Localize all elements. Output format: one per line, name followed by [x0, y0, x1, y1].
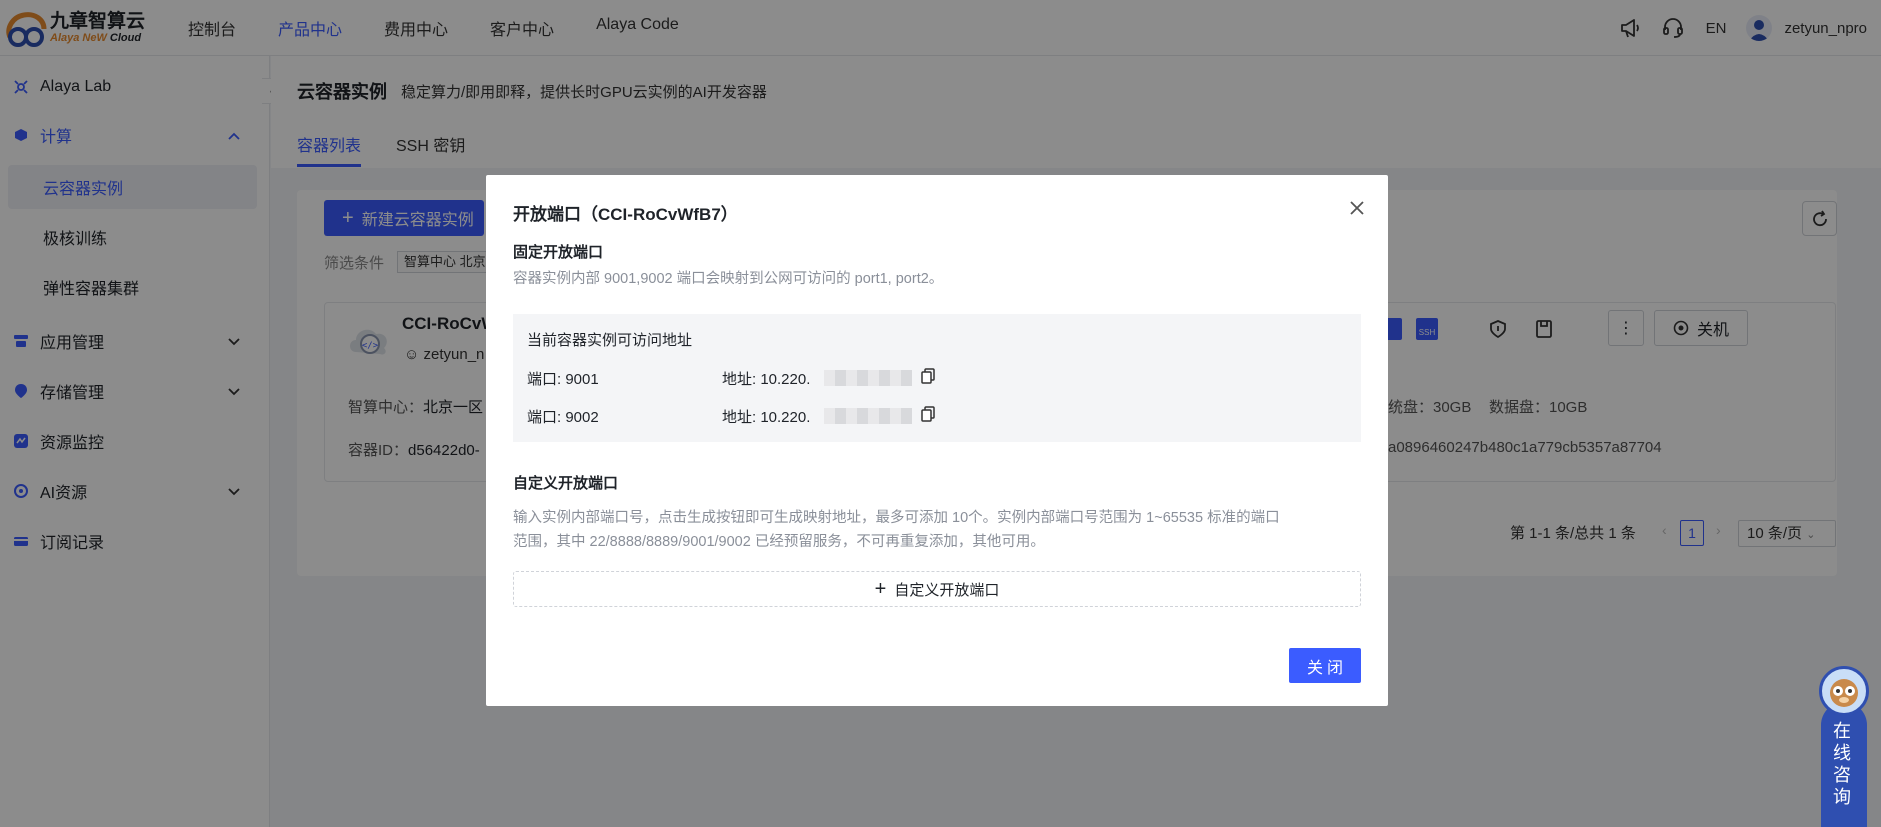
close-icon[interactable]: [1346, 197, 1368, 219]
copy-icon[interactable]: [921, 368, 937, 386]
custom-ports-description-line2: 范围，其中 22/8888/8889/9001/9002 已经预留服务，不可再重…: [513, 534, 1045, 550]
accessible-address-title: 当前容器实例可访问地址: [527, 332, 693, 349]
add-custom-port-button[interactable]: + 自定义开放端口: [513, 571, 1361, 607]
fixed-ports-description: 容器实例内部 9001,9002 端口会映射到公网可访问的 port1, por…: [513, 271, 944, 287]
port-row: 端口: 9001 地址: 10.220.: [527, 368, 1347, 390]
close-button[interactable]: 关闭: [1289, 648, 1361, 683]
add-custom-port-label: 自定义开放端口: [894, 581, 1000, 599]
online-consult-widget[interactable]: 在线咨询: [1818, 662, 1874, 827]
plus-icon: +: [874, 578, 887, 600]
fixed-ports-heading: 固定开放端口: [513, 244, 604, 261]
port-label: 端口: 9001: [527, 371, 599, 388]
address-label: 地址: 10.220.: [722, 371, 811, 388]
dialog-title: 开放端口（CCI-RoCvWfB7）: [513, 205, 738, 224]
custom-ports-description-line1: 输入实例内部端口号，点击生成按钮即可生成映射地址，最多可添加 10个。实例内部端…: [513, 510, 1280, 526]
custom-ports-heading: 自定义开放端口: [513, 475, 619, 492]
consult-label: 在线咨询: [1833, 721, 1851, 807]
port-label: 端口: 9002: [527, 409, 599, 426]
port-row: 端口: 9002 地址: 10.220.: [527, 406, 1347, 428]
mascot-icon: [1819, 666, 1869, 716]
masked-address: [824, 408, 912, 424]
address-label: 地址: 10.220.: [722, 409, 811, 426]
copy-icon[interactable]: [921, 406, 937, 424]
masked-address: [824, 370, 912, 386]
accessible-address-box: 当前容器实例可访问地址 端口: 9001 地址: 10.220. 端口: 900…: [513, 314, 1361, 442]
open-ports-dialog: 开放端口（CCI-RoCvWfB7） 固定开放端口 容器实例内部 9001,90…: [486, 175, 1388, 706]
